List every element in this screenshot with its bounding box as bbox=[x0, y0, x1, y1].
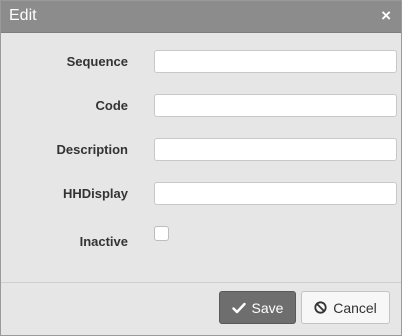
sequence-input[interactable] bbox=[154, 50, 397, 73]
save-label: Save bbox=[251, 299, 284, 316]
check-icon bbox=[231, 302, 246, 314]
cancel-button[interactable]: Cancel bbox=[301, 291, 390, 324]
edit-dialog: Edit × Sequence Code Description HHDispl… bbox=[0, 0, 402, 336]
dialog-footer: Save Cancel bbox=[1, 282, 401, 335]
code-label: Code bbox=[95, 98, 129, 113]
form-row-code: Code bbox=[1, 94, 401, 117]
cancel-label: Cancel bbox=[333, 299, 377, 316]
description-label: Description bbox=[56, 142, 128, 157]
close-icon[interactable]: × bbox=[381, 7, 391, 25]
hhdisplay-label: HHDisplay bbox=[62, 186, 128, 201]
sequence-label: Sequence bbox=[66, 54, 128, 69]
form-row-sequence: Sequence bbox=[1, 50, 401, 73]
dialog-title: Edit bbox=[9, 7, 37, 24]
ban-icon bbox=[314, 301, 327, 314]
hhdisplay-input[interactable] bbox=[154, 182, 397, 205]
inactive-label: Inactive bbox=[79, 234, 128, 249]
form-row-hhdisplay: HHDisplay bbox=[1, 182, 401, 205]
code-input[interactable] bbox=[154, 94, 397, 117]
save-button[interactable]: Save bbox=[219, 291, 296, 324]
dialog-titlebar[interactable]: Edit × bbox=[1, 1, 401, 33]
form-row-description: Description bbox=[1, 138, 401, 161]
form-row-inactive: Inactive bbox=[1, 225, 401, 249]
description-input[interactable] bbox=[154, 138, 397, 161]
inactive-checkbox[interactable] bbox=[154, 226, 169, 241]
